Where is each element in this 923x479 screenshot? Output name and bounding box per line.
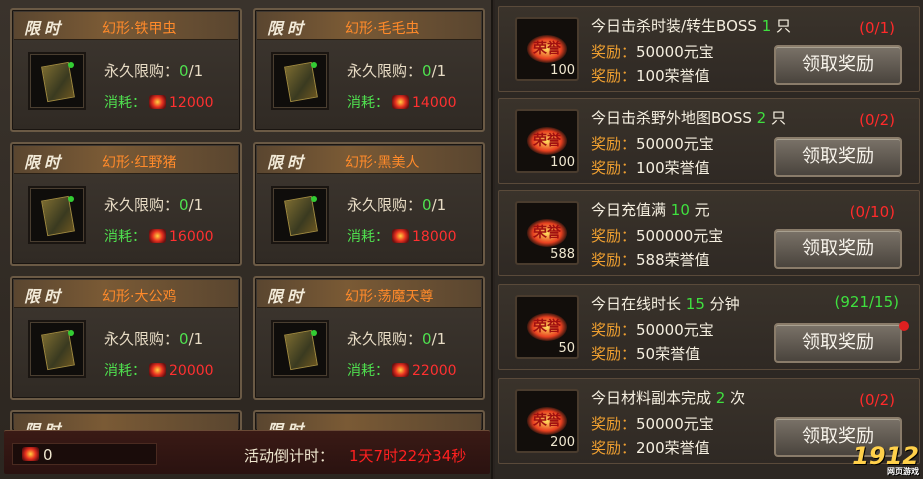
task-panel: 荣誉 100 今日击杀时装/转生BOSS 1 只 (0/1) 奖励：50000元宝… [495, 0, 923, 479]
card-name: 幻形·荡魔天尊 [345, 289, 434, 305]
task-title: 今日击杀野外地图BOSS 2 只 [591, 109, 786, 127]
footer-bar: 0 活动倒计时： 1天7时22分34秒 [4, 430, 490, 474]
icon-count: 50 [558, 341, 575, 356]
honor-icon: 荣誉 100 [515, 109, 579, 173]
task-progress: (0/10) [849, 203, 895, 221]
task-progress: (0/1) [859, 19, 895, 37]
card-name: 幻形·铁甲虫 [102, 21, 177, 37]
cost-text: 消耗： 14000 [347, 95, 457, 111]
card-tag: 限时 [24, 287, 65, 306]
cost-text: 消耗： 22000 [347, 363, 457, 379]
currency-icon [392, 363, 409, 377]
card-name: 幻形·大公鸡 [102, 289, 177, 305]
notification-dot [899, 321, 909, 331]
shop-card[interactable]: 限时 幻形·荡魔天尊 永久限购：0/1 消耗： 22000 [253, 276, 485, 400]
countdown-value: 1天7时22分34秒 [349, 447, 467, 465]
shop-card-partial[interactable]: 限时 [253, 410, 485, 432]
item-thumbnail[interactable] [271, 52, 329, 110]
limit-text: 永久限购：0/1 [104, 62, 204, 80]
task-title: 今日在线时长 15 分钟 [591, 295, 740, 313]
shop-card[interactable]: 限时 幻形·红野猪 永久限购：0/1 消耗： 16000 [10, 142, 242, 266]
icon-count: 588 [550, 247, 575, 262]
card-tag: 限时 [24, 19, 65, 38]
currency-icon [149, 363, 166, 377]
task-progress: (0/2) [859, 111, 895, 129]
currency-icon [22, 447, 39, 461]
shop-panel: 限时 幻形·铁甲虫 永久限购：0/1 消耗： 12000 限时 幻形·毛毛虫 永久限购… [0, 0, 493, 479]
reward-line: 奖励：50荣誉值 [591, 345, 701, 363]
cost-text: 消耗： 20000 [104, 363, 214, 379]
reward-line: 奖励：200荣誉值 [591, 439, 710, 457]
card-name: 幻形·红野猪 [102, 155, 177, 171]
honor-icon: 荣誉 50 [515, 295, 579, 359]
reward-line: 奖励：500000元宝 [591, 227, 724, 245]
shop-card[interactable]: 限时 幻形·毛毛虫 永久限购：0/1 消耗： 14000 [253, 8, 485, 132]
claim-reward-button[interactable]: 领取奖励 [774, 137, 902, 177]
limit-text: 永久限购：0/1 [347, 196, 447, 214]
task-title: 今日充值满 10 元 [591, 201, 710, 219]
limit-text: 永久限购：0/1 [104, 196, 204, 214]
claim-reward-button[interactable]: 领取奖励 [774, 323, 902, 363]
item-thumbnail[interactable] [28, 186, 86, 244]
card-name: 幻形·毛毛虫 [345, 21, 420, 37]
shop-card[interactable]: 限时 幻形·铁甲虫 永久限购：0/1 消耗： 12000 [10, 8, 242, 132]
task-row: 荣誉 588 今日充值满 10 元 (0/10) 奖励：500000元宝 奖励：5… [498, 190, 920, 276]
reward-line: 奖励：100荣誉值 [591, 159, 710, 177]
currency-icon [149, 95, 166, 109]
currency-icon [392, 229, 409, 243]
reward-line: 奖励：100荣誉值 [591, 67, 710, 85]
site-logo: 1912 网页游戏 [852, 442, 919, 476]
limit-text: 永久限购：0/1 [104, 330, 204, 348]
card-tag: 限时 [267, 19, 308, 38]
shop-card-partial[interactable]: 限时 [10, 410, 242, 432]
card-tag: 限时 [24, 153, 65, 172]
item-thumbnail[interactable] [271, 186, 329, 244]
claim-reward-button[interactable]: 领取奖励 [774, 45, 902, 85]
icon-count: 100 [550, 63, 575, 78]
task-row: 荣誉 100 今日击杀时装/转生BOSS 1 只 (0/1) 奖励：50000元宝… [498, 6, 920, 92]
reward-line: 奖励：50000元宝 [591, 135, 714, 153]
task-row: 荣誉 50 今日在线时长 15 分钟 (921/15) 奖励：50000元宝 奖励… [498, 284, 920, 370]
honor-icon: 荣誉 100 [515, 17, 579, 81]
limit-text: 永久限购：0/1 [347, 330, 447, 348]
icon-count: 200 [550, 435, 575, 450]
item-thumbnail[interactable] [28, 52, 86, 110]
task-title: 今日材料副本完成 2 次 [591, 389, 746, 407]
item-thumbnail[interactable] [271, 320, 329, 378]
task-progress: (921/15) [834, 293, 899, 311]
cost-text: 消耗： 12000 [104, 95, 214, 111]
limit-text: 永久限购：0/1 [347, 62, 447, 80]
card-name: 幻形·黑美人 [345, 155, 420, 171]
reward-line: 奖励：50000元宝 [591, 321, 714, 339]
icon-count: 100 [550, 155, 575, 170]
reward-line: 奖励：588荣誉值 [591, 251, 710, 269]
cost-text: 消耗： 16000 [104, 229, 214, 245]
task-progress: (0/2) [859, 391, 895, 409]
reward-line: 奖励：50000元宝 [591, 43, 714, 61]
card-tag: 限时 [267, 287, 308, 306]
countdown-label: 活动倒计时： [244, 447, 335, 465]
balance-value: 0 [43, 446, 53, 464]
reward-line: 奖励：50000元宝 [591, 415, 714, 433]
card-tag: 限时 [267, 153, 308, 172]
task-row: 荣誉 100 今日击杀野外地图BOSS 2 只 (0/2) 奖励：50000元宝 … [498, 98, 920, 184]
claim-reward-button[interactable]: 领取奖励 [774, 229, 902, 269]
shop-card[interactable]: 限时 幻形·大公鸡 永久限购：0/1 消耗： 20000 [10, 276, 242, 400]
honor-icon: 荣誉 588 [515, 201, 579, 265]
currency-icon [392, 95, 409, 109]
shop-card[interactable]: 限时 幻形·黑美人 永久限购：0/1 消耗： 18000 [253, 142, 485, 266]
item-thumbnail[interactable] [28, 320, 86, 378]
cost-text: 消耗： 18000 [347, 229, 457, 245]
task-title: 今日击杀时装/转生BOSS 1 只 [591, 17, 792, 35]
balance-box: 0 [12, 443, 157, 465]
currency-icon [149, 229, 166, 243]
honor-icon: 荣誉 200 [515, 389, 579, 453]
